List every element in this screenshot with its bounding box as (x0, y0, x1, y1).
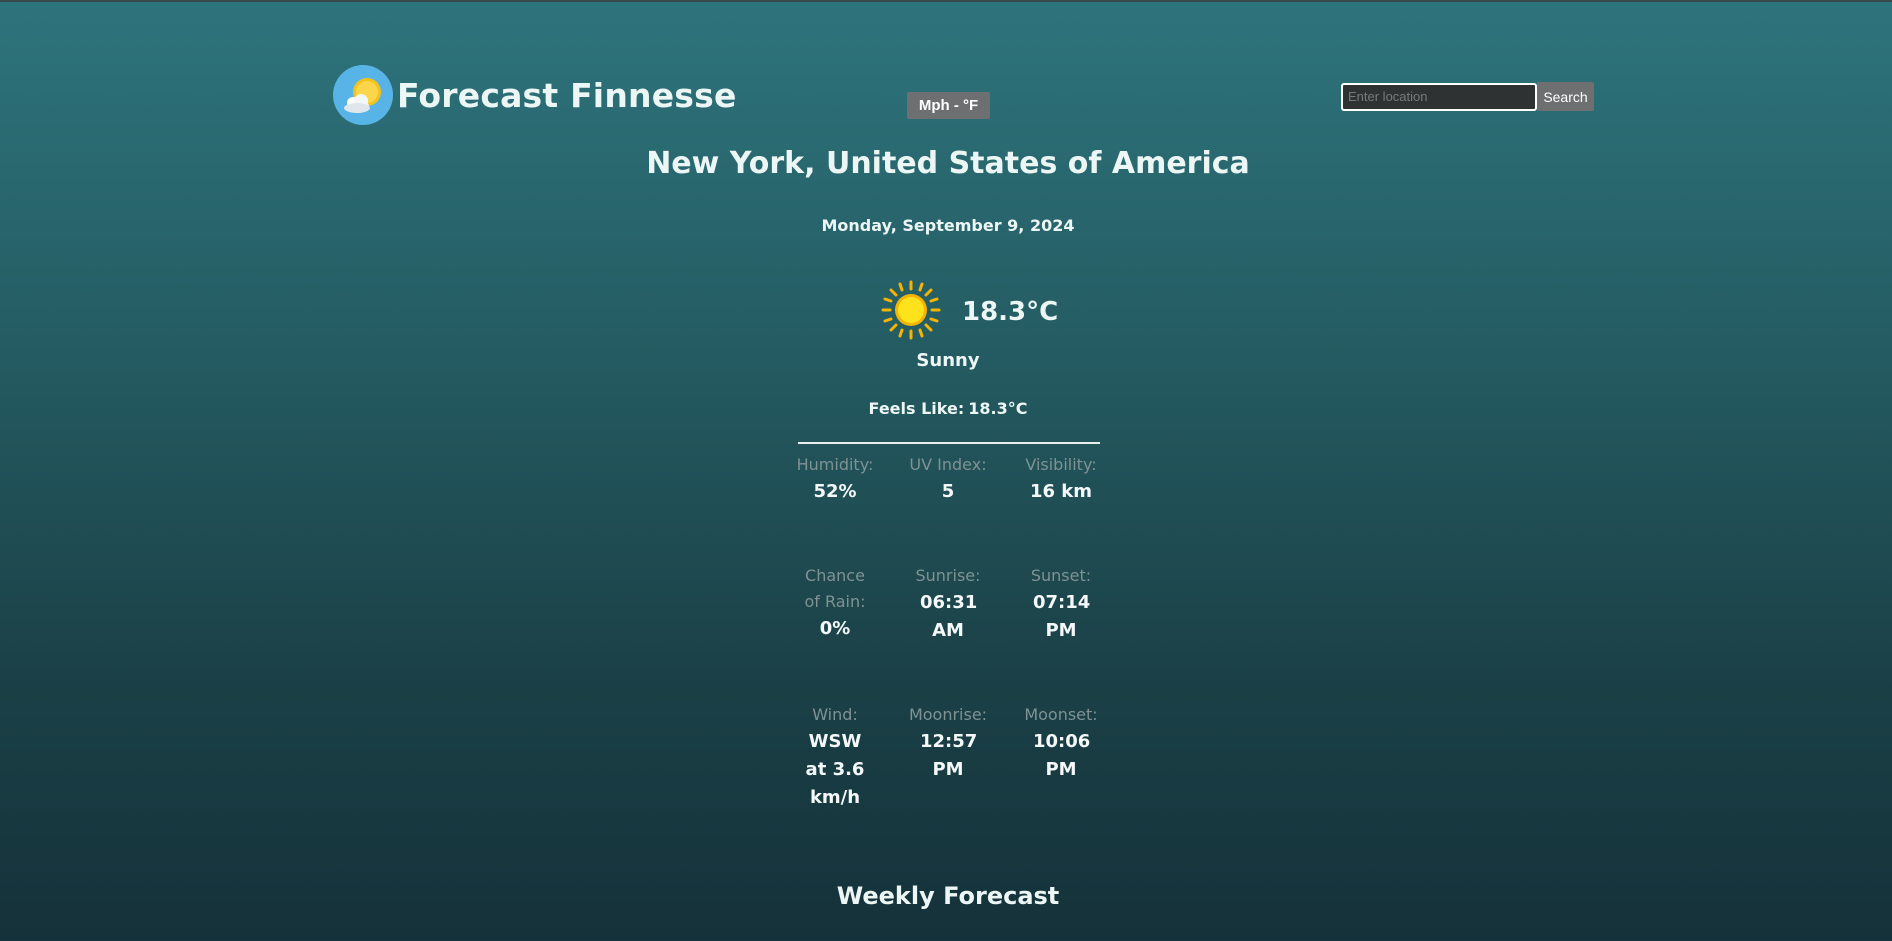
stat-moonset: Moonset: 10:06 PM (1011, 702, 1111, 784)
stat-value: 10:06 PM (1033, 731, 1091, 780)
temperature-row: 18.3°C (880, 279, 1058, 345)
stat-value: 06:31 AM (920, 592, 978, 641)
stat-wind: Wind: WSW at 3.6 km/h (785, 702, 885, 812)
stat-visibility: Visibility: 16 km (1011, 452, 1111, 506)
stat-moonrise: Moonrise: 12:57 PM (898, 702, 998, 784)
feels-like-value: 18.3°C (968, 399, 1028, 418)
stat-value: 0% (819, 618, 851, 639)
divider (798, 442, 1100, 444)
logo-icon (333, 65, 393, 125)
current-temperature: 18.3°C (962, 297, 1059, 327)
search-bar: Search (1341, 82, 1594, 111)
location-title: New York, United States of America (646, 146, 1250, 181)
brand: Forecast Finnesse (333, 65, 737, 125)
stat-value: 5 (941, 481, 955, 502)
stat-chance-of-rain: Chance of Rain: 0% (785, 563, 885, 643)
stat-sunrise: Sunrise: 06:31 AM (898, 563, 998, 645)
stat-humidity: Humidity: 52% (785, 452, 885, 506)
top-border (0, 0, 1892, 2)
stat-value: 07:14 PM (1033, 592, 1091, 641)
stat-value: WSW at 3.6 km/h (805, 731, 865, 808)
stat-label: Humidity: (796, 455, 874, 474)
current-date: Monday, September 9, 2024 (821, 216, 1075, 235)
weekly-forecast-title: Weekly Forecast (836, 882, 1060, 910)
stat-uv-index: UV Index: 5 (898, 452, 998, 506)
app-title: Forecast Finnesse (397, 75, 737, 115)
feels-like-label: Feels Like: (868, 399, 965, 418)
stat-label: Visibility: (1025, 455, 1097, 474)
stat-value: 52% (813, 481, 857, 502)
search-button[interactable]: Search (1537, 82, 1594, 111)
stat-label: UV Index: (909, 455, 987, 474)
stat-label: Sunrise: (915, 566, 981, 585)
feels-like: Feels Like: 18.3°C (0, 399, 1892, 418)
stat-value: 16 km (1029, 481, 1093, 502)
stat-label: Sunset: (1030, 566, 1092, 585)
unit-toggle-button[interactable]: Mph - °F (907, 92, 990, 119)
sun-icon (880, 279, 942, 345)
search-input[interactable] (1341, 82, 1537, 111)
stat-label: Wind: (812, 705, 858, 724)
stat-sunset: Sunset: 07:14 PM (1011, 563, 1111, 645)
stat-value: 12:57 PM (920, 731, 978, 780)
condition-text: Sunny (916, 350, 980, 371)
stat-label: Chance of Rain: (804, 566, 866, 611)
stat-label: Moonrise: (908, 705, 988, 724)
stat-label: Moonset: (1024, 705, 1098, 724)
